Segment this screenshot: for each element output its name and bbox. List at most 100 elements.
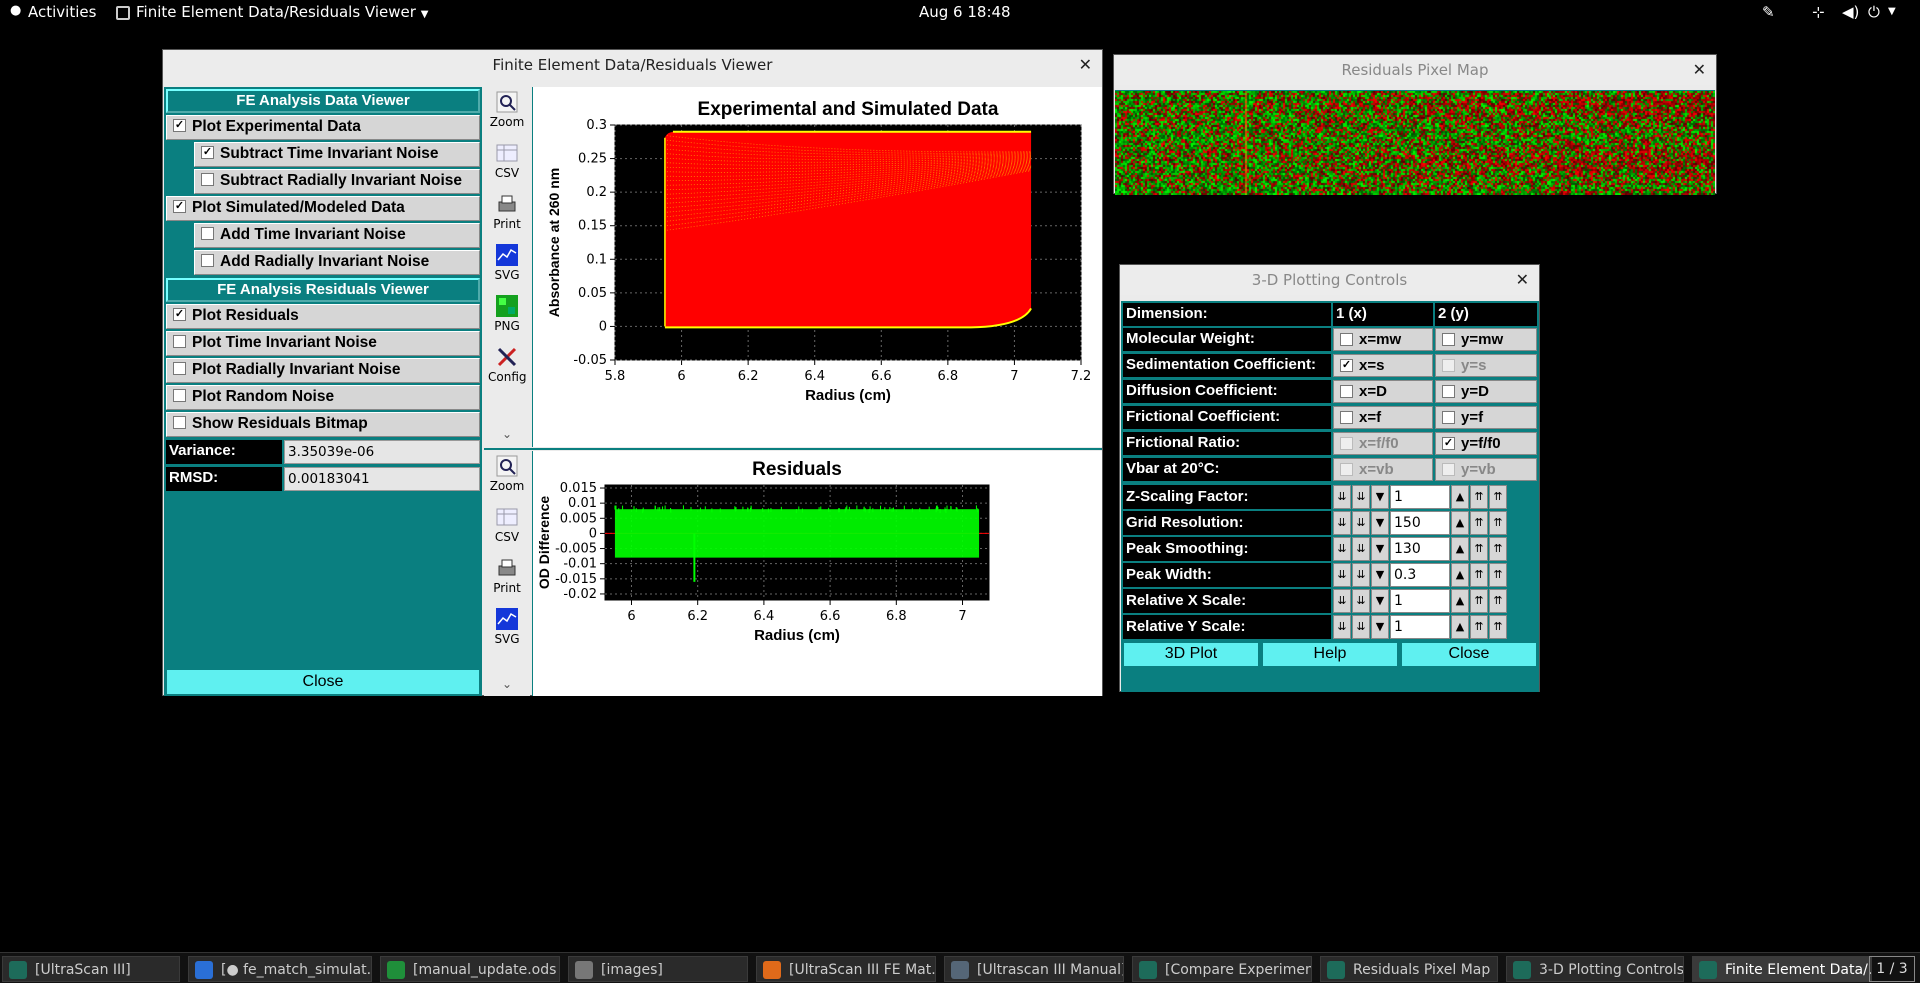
checkbox-box[interactable] (201, 254, 214, 268)
step-up-large-icon[interactable]: ⇈ (1489, 563, 1507, 587)
checkbox-plot-time-invariant-noise[interactable]: Plot Time Invariant Noise (166, 331, 480, 356)
step-down-large-icon[interactable]: ⇊ (1333, 563, 1351, 587)
taskbar-item[interactable]: [Ultrascan III Manual] (944, 956, 1124, 982)
step-up-icon[interactable]: ▲ (1451, 615, 1469, 639)
csv-tool-bottom[interactable]: CSV (488, 506, 526, 544)
pencil-icon[interactable]: ✎ (1762, 3, 1775, 21)
checkbox-show-residuals-bitmap[interactable]: Show Residuals Bitmap (166, 412, 480, 437)
taskbar-item[interactable]: Finite Element Data/... (1692, 956, 1872, 982)
checkbox-box[interactable] (1442, 384, 1455, 398)
step-up-medium-icon[interactable]: ⇈ (1470, 485, 1488, 509)
step-up-medium-icon[interactable]: ⇈ (1470, 589, 1488, 613)
3d-plot-button[interactable]: 3D Plot (1123, 642, 1259, 667)
checkbox-plot-experimental[interactable]: ✓ Plot Experimental Data (166, 115, 480, 140)
checkbox-x-option[interactable]: ✓ x=s (1333, 354, 1433, 377)
more-chevron-icon[interactable]: ⌄ (488, 427, 526, 441)
checkbox-subtract-time-invariant[interactable]: ✓ Subtract Time Invariant Noise (194, 142, 480, 167)
counter-value[interactable]: 0.3 (1390, 563, 1450, 587)
step-down-icon[interactable]: ▼ (1371, 537, 1389, 561)
window-titlebar[interactable]: Finite Element Data/Residuals Viewer ✕ (163, 50, 1102, 80)
residuals-plot-svg[interactable]: Residuals Radius (cm) OD Difference 6 6.2 6.4… (533, 451, 1103, 696)
checkbox-y-option[interactable]: y=s (1435, 354, 1537, 377)
checkbox-box[interactable] (173, 335, 186, 349)
checkbox-box[interactable]: ✓ (173, 308, 186, 322)
step-up-large-icon[interactable]: ⇈ (1489, 537, 1507, 561)
data-viewer-header[interactable]: FE Analysis Data Viewer (166, 89, 480, 113)
checkbox-box[interactable] (173, 389, 186, 403)
counter-value[interactable]: 1 (1390, 615, 1450, 639)
checkbox-box[interactable] (1340, 410, 1353, 424)
checkbox-box[interactable] (1442, 358, 1455, 372)
checkbox-subtract-radially-invariant[interactable]: Subtract Radially Invariant Noise (194, 169, 480, 194)
checkbox-box[interactable] (1442, 332, 1455, 346)
step-down-large-icon[interactable]: ⇊ (1333, 589, 1351, 613)
svg-tool-top[interactable]: SVG (488, 244, 526, 282)
checkbox-plot-residuals[interactable]: ✓ Plot Residuals (166, 304, 480, 329)
checkbox-box[interactable] (1340, 332, 1353, 346)
window-titlebar[interactable]: 3-D Plotting Controls ✕ (1120, 265, 1539, 295)
counter-value[interactable]: 150 (1390, 511, 1450, 535)
svg-tool-bottom[interactable]: SVG (488, 608, 526, 646)
step-down-icon[interactable]: ▼ (1371, 563, 1389, 587)
step-down-icon[interactable]: ▼ (1371, 615, 1389, 639)
close-icon[interactable]: ✕ (1516, 265, 1529, 295)
checkbox-plot-radially-invariant-noise[interactable]: Plot Radially Invariant Noise (166, 358, 480, 383)
checkbox-box[interactable] (1340, 384, 1353, 398)
step-down-large-icon[interactable]: ⇊ (1333, 615, 1351, 639)
step-up-large-icon[interactable]: ⇈ (1489, 511, 1507, 535)
counter-value[interactable]: 130 (1390, 537, 1450, 561)
step-down-large-icon[interactable]: ⇊ (1333, 511, 1351, 535)
step-up-medium-icon[interactable]: ⇈ (1470, 615, 1488, 639)
more-chevron-icon[interactable]: ⌄ (488, 677, 526, 691)
residuals-pixel-map[interactable] (1115, 90, 1715, 195)
step-down-medium-icon[interactable]: ⇊ (1352, 615, 1370, 639)
close-icon[interactable]: ✕ (1079, 50, 1092, 80)
data-plot-svg[interactable]: Experimental and Simulated Data Radius (c… (533, 87, 1103, 447)
residuals-viewer-header[interactable]: FE Analysis Residuals Viewer (166, 278, 480, 302)
checkbox-add-radially-invariant[interactable]: Add Radially Invariant Noise (194, 250, 480, 275)
checkbox-x-option[interactable]: x=D (1333, 380, 1433, 403)
checkbox-x-option[interactable]: x=vb (1333, 458, 1433, 481)
checkbox-box[interactable] (201, 173, 214, 187)
checkbox-y-option[interactable]: y=f (1435, 406, 1537, 429)
checkbox-plot-random-noise[interactable]: Plot Random Noise (166, 385, 480, 410)
step-down-icon[interactable]: ▼ (1371, 511, 1389, 535)
step-down-large-icon[interactable]: ⇊ (1333, 537, 1351, 561)
close-button[interactable]: Close (1401, 642, 1537, 667)
zoom-tool-bottom[interactable]: Zoom (488, 455, 526, 493)
step-up-large-icon[interactable]: ⇈ (1489, 485, 1507, 509)
counter-value[interactable]: 1 (1390, 589, 1450, 613)
app-menu[interactable]: Finite Element Data/Residuals Viewer ▼ (116, 3, 428, 21)
checkbox-box[interactable] (173, 416, 186, 430)
step-up-medium-icon[interactable]: ⇈ (1470, 563, 1488, 587)
step-up-icon[interactable]: ▲ (1451, 537, 1469, 561)
step-up-large-icon[interactable]: ⇈ (1489, 615, 1507, 639)
checkbox-box[interactable]: ✓ (173, 200, 186, 214)
step-up-icon[interactable]: ▲ (1451, 563, 1469, 587)
activities-button[interactable]: Activities (28, 3, 96, 21)
print-tool-top[interactable]: Print (488, 193, 526, 231)
csv-tool-top[interactable]: CSV (488, 142, 526, 180)
chevron-down-icon[interactable]: ▼ (1888, 6, 1896, 17)
step-down-medium-icon[interactable]: ⇊ (1352, 485, 1370, 509)
volume-icon[interactable]: ◀) (1842, 3, 1859, 21)
step-down-medium-icon[interactable]: ⇊ (1352, 563, 1370, 587)
checkbox-box[interactable]: ✓ (201, 146, 214, 160)
checkbox-box[interactable] (173, 362, 186, 376)
step-down-medium-icon[interactable]: ⇊ (1352, 589, 1370, 613)
checkbox-y-option[interactable]: ✓ y=f/f0 (1435, 432, 1537, 455)
step-up-icon[interactable]: ▲ (1451, 485, 1469, 509)
counter-value[interactable]: 1 (1390, 485, 1450, 509)
checkbox-box[interactable] (201, 227, 214, 241)
network-icon[interactable]: ⊹ (1812, 3, 1825, 21)
checkbox-plot-simulated[interactable]: ✓ Plot Simulated/Modeled Data (166, 196, 480, 221)
step-up-large-icon[interactable]: ⇈ (1489, 589, 1507, 613)
step-down-icon[interactable]: ▼ (1371, 485, 1389, 509)
workspace-indicator[interactable]: 1 / 3 (1869, 956, 1915, 982)
step-up-icon[interactable]: ▲ (1451, 589, 1469, 613)
step-up-medium-icon[interactable]: ⇈ (1470, 537, 1488, 561)
checkbox-y-option[interactable]: y=mw (1435, 328, 1537, 351)
png-tool-top[interactable]: PNG (488, 295, 526, 333)
step-up-icon[interactable]: ▲ (1451, 511, 1469, 535)
step-down-medium-icon[interactable]: ⇊ (1352, 511, 1370, 535)
